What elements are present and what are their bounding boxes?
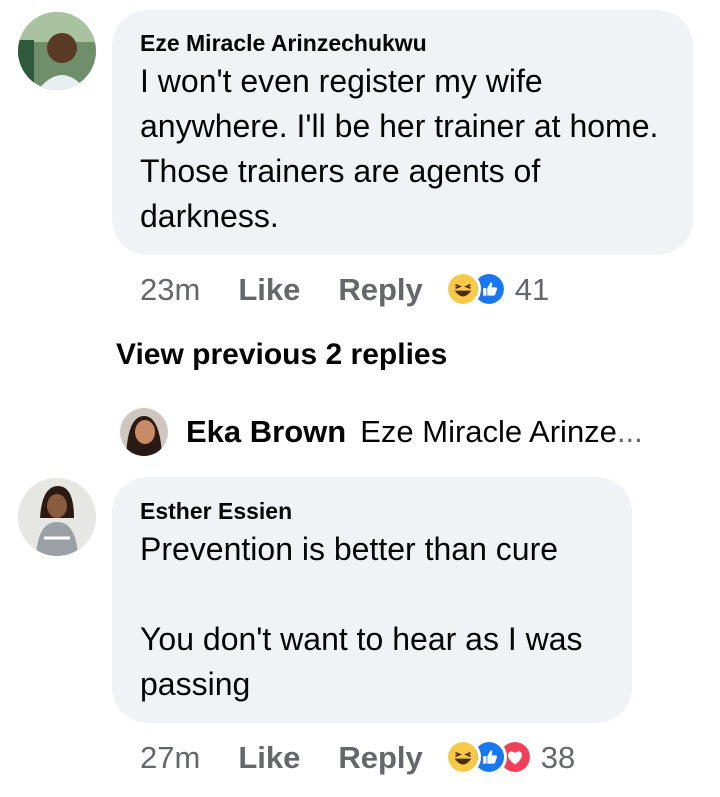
user-avatar-icon bbox=[18, 478, 96, 556]
comment-1-time: 23m bbox=[140, 272, 201, 307]
comment-1-like-button[interactable]: Like bbox=[238, 272, 300, 308]
user-avatar-icon bbox=[120, 408, 168, 456]
comment-2-reaction-count[interactable]: 38 bbox=[541, 740, 575, 776]
comment-2-reactions[interactable] bbox=[444, 739, 537, 777]
comment-2-time: 27m bbox=[140, 740, 201, 775]
haha-icon bbox=[444, 271, 481, 307]
reply-preview-row[interactable]: Eka Brown Eze Miracle Arinze... bbox=[120, 406, 643, 458]
comment-2-like-button[interactable]: Like bbox=[238, 740, 300, 776]
comment-1-reaction-count[interactable]: 41 bbox=[515, 272, 549, 308]
reply-snippet: Eze Miracle Arinze bbox=[360, 414, 617, 449]
comment-2-actions: 27m Like Reply 38 bbox=[140, 736, 575, 780]
user-avatar-icon bbox=[18, 12, 96, 90]
comment-1-text: I won't even register my wife anywhere. … bbox=[140, 63, 659, 234]
comment-1-avatar[interactable] bbox=[18, 12, 96, 90]
haha-icon bbox=[444, 739, 481, 775]
view-previous-replies-link[interactable]: View previous 2 replies bbox=[116, 338, 447, 372]
reply-author-name: Eka Brown bbox=[186, 414, 347, 449]
reply-author-avatar bbox=[120, 408, 168, 456]
comment-2-text: Prevention is better than cure You don't… bbox=[140, 531, 583, 702]
comment-1-author[interactable]: Eze Miracle Arinzechukwu bbox=[140, 30, 427, 57]
comment-2-author[interactable]: Esther Essien bbox=[140, 498, 292, 525]
comment-2-reply-button[interactable]: Reply bbox=[338, 740, 422, 776]
comment-1-reply-button[interactable]: Reply bbox=[338, 272, 422, 308]
comment-1-reactions[interactable] bbox=[444, 271, 511, 309]
comment-2-avatar[interactable] bbox=[18, 478, 96, 556]
reply-snippet-ellipsis: ... bbox=[616, 414, 643, 449]
comment-1-actions: 23m Like Reply 41 bbox=[140, 268, 549, 312]
